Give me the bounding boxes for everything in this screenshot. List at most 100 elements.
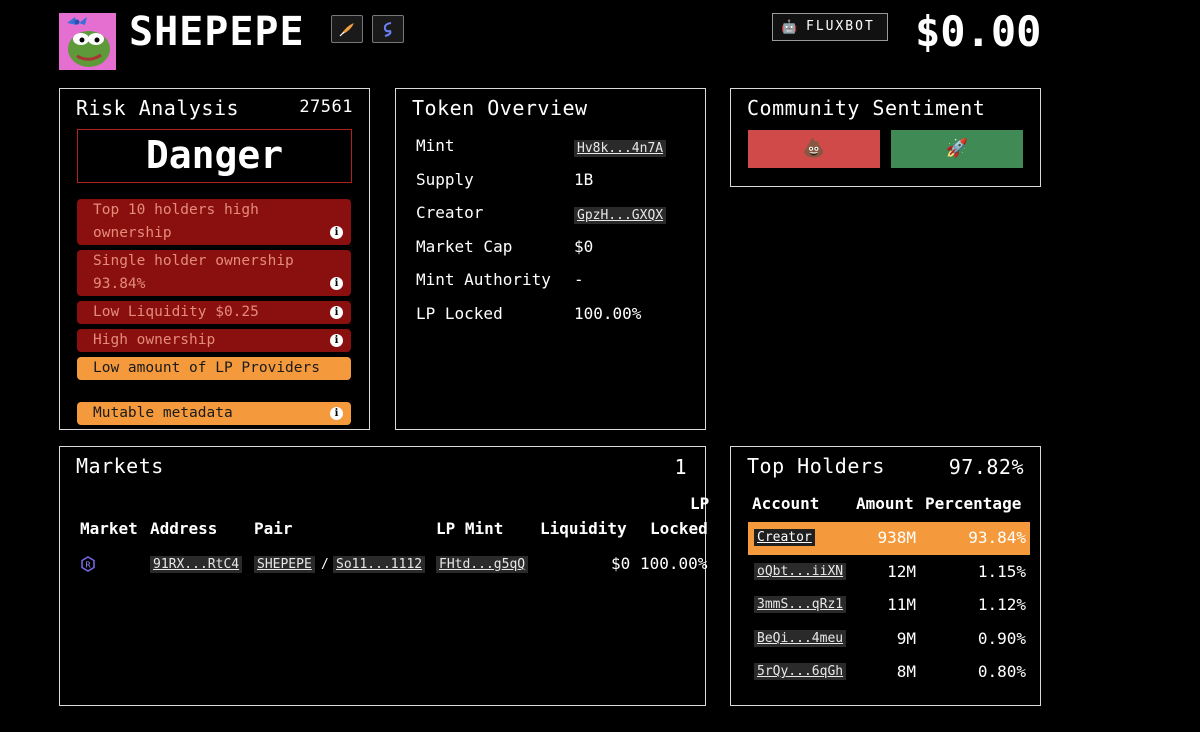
risk-item-lp-providers[interactable]: Low amount of LP Providers <box>77 357 351 380</box>
col-header-address: Address <box>150 519 218 538</box>
holder-percentage: 1.12% <box>977 595 1026 614</box>
markets-panel: Markets 1 Market Address Pair LP Mint Li… <box>59 446 710 706</box>
fluxbot-button[interactable]: 🤖 FLUXBOT <box>772 13 888 41</box>
risk-item-text: Top 10 holders high <box>93 202 259 218</box>
col-header-lp: LP <box>690 494 710 513</box>
overview-label-lp-locked: LP Locked <box>416 304 503 323</box>
token-overview-title: Token Overview <box>412 96 588 120</box>
holder-amount: 938M <box>877 528 916 547</box>
overview-value-mint-wrap: Hv8k...4n7A <box>574 137 667 157</box>
pair-base-link[interactable]: SHEPEPE <box>254 556 315 573</box>
holder-account-link[interactable]: 3mmS...qRz1 <box>754 596 847 613</box>
markets-title: Markets <box>76 454 164 478</box>
market-address-link[interactable]: 91RX...RtC4 <box>150 556 243 573</box>
col-header-pair: Pair <box>254 519 293 538</box>
risk-item-text: 93.84% <box>93 276 146 292</box>
info-icon[interactable]: i <box>330 277 343 290</box>
holder-amount: 11M <box>887 595 916 614</box>
risk-item-high-ownership[interactable]: High ownership i <box>77 329 351 352</box>
market-liquidity: $0 <box>611 554 631 573</box>
swirl-icon <box>383 22 392 37</box>
quill-icon <box>339 23 354 37</box>
overview-label-mint: Mint <box>416 136 455 155</box>
top-holders-title: Top Holders <box>747 454 885 478</box>
svg-text:R: R <box>85 561 91 570</box>
token-name: SHEPEPE <box>129 9 305 55</box>
col-header-liquidity: Liquidity <box>540 519 627 538</box>
holder-amount: 9M <box>896 629 916 648</box>
overview-value-market-cap: $0 <box>574 237 594 256</box>
holder-percentage: 93.84% <box>968 528 1026 547</box>
token-price: $0.00 <box>915 7 1042 56</box>
col-header-percentage: Percentage <box>925 494 1022 513</box>
market-lp-locked: 100.00% <box>640 554 708 573</box>
markets-count: 1 <box>674 455 687 479</box>
community-sentiment-panel: Community Sentiment 💩 🚀 <box>730 88 1041 187</box>
risk-item-top-holders[interactable]: Top 10 holders high ownership i <box>77 199 351 245</box>
top-holders-panel: Top Holders 97.82% Account Amount Percen… <box>730 446 1041 706</box>
risk-item-text: Mutable metadata <box>93 405 233 421</box>
twitter-link-button[interactable] <box>331 15 363 43</box>
creator-address-link[interactable]: GpzH...GXQX <box>574 207 667 224</box>
raydium-icon: R <box>81 556 95 572</box>
risk-item-low-liquidity[interactable]: Low Liquidity $0.25 i <box>77 301 351 324</box>
holder-account-link[interactable]: BeQi...4meu <box>754 630 847 647</box>
info-icon[interactable]: i <box>330 306 343 319</box>
info-icon[interactable]: i <box>330 407 343 420</box>
risk-level-label: Danger <box>145 133 284 177</box>
overview-value-lp-locked: 100.00% <box>574 304 642 323</box>
pair-separator: / <box>321 557 329 572</box>
holder-amount: 12M <box>887 562 916 581</box>
risk-item-text: Single holder ownership <box>93 253 294 269</box>
holder-row: Creator 938M 93.84% <box>748 522 1030 555</box>
website-link-button[interactable] <box>372 15 404 43</box>
info-icon[interactable]: i <box>330 334 343 347</box>
holder-account-link[interactable]: Creator <box>754 529 815 546</box>
risk-item-mutable-metadata[interactable]: Mutable metadata i <box>77 402 351 425</box>
holder-row: 3mmS...qRz1 11M 1.12% <box>748 589 1030 622</box>
risk-item-text: Low amount of LP Providers <box>93 360 320 376</box>
col-header-locked: Locked <box>650 519 708 538</box>
holder-amount: 8M <box>896 662 916 681</box>
risk-item-single-holder[interactable]: Single holder ownership 93.84% i <box>77 250 351 296</box>
pepe-avatar-image <box>59 13 116 70</box>
pair-quote-link[interactable]: So11...1112 <box>333 556 426 573</box>
risk-item-text: High ownership <box>93 332 216 348</box>
rocket-icon: 🚀 <box>945 138 969 159</box>
overview-value-supply: 1B <box>574 170 594 189</box>
overview-label-supply: Supply <box>416 170 474 189</box>
risk-level-box: Danger <box>77 129 352 183</box>
col-header-market: Market <box>80 519 138 538</box>
robot-icon: 🤖 <box>781 20 798 35</box>
mint-address-link[interactable]: Hv8k...4n7A <box>574 140 667 157</box>
overview-label-market-cap: Market Cap <box>416 237 513 256</box>
overview-value-creator-wrap: GpzH...GXQX <box>574 204 667 224</box>
risk-item-text: Low Liquidity $0.25 <box>93 304 259 320</box>
risk-analysis-panel: Risk Analysis 27561 Danger Top 10 holder… <box>59 88 370 430</box>
info-icon[interactable]: i <box>330 226 343 239</box>
overview-value-mint-authority: - <box>574 270 584 289</box>
holder-row: oQbt...iiXN 12M 1.15% <box>748 556 1030 589</box>
holder-account-link[interactable]: oQbt...iiXN <box>754 563 847 580</box>
token-overview-panel: Token Overview Mint Hv8k...4n7A Supply 1… <box>395 88 706 430</box>
sentiment-positive-button[interactable]: 🚀 <box>891 130 1023 168</box>
risk-score: 27561 <box>299 97 353 117</box>
col-header-amount: Amount <box>856 494 914 513</box>
holder-account-link[interactable]: 5rQy...6qGh <box>754 663 847 680</box>
col-header-lp-mint: LP Mint <box>436 519 504 538</box>
risk-item-text: ownership <box>93 225 172 241</box>
token-avatar <box>59 13 116 70</box>
holder-percentage: 0.80% <box>977 662 1026 681</box>
sentiment-negative-button[interactable]: 💩 <box>748 130 880 168</box>
holder-percentage: 1.15% <box>977 562 1026 581</box>
poop-icon: 💩 <box>802 138 826 159</box>
community-sentiment-title: Community Sentiment <box>747 96 986 120</box>
lp-mint-link[interactable]: FHtd...g5qQ <box>436 556 529 573</box>
holder-row: 5rQy...6qGh 8M 0.80% <box>748 656 1030 689</box>
overview-label-mint-authority: Mint Authority <box>416 270 551 289</box>
holder-percentage: 0.90% <box>977 629 1026 648</box>
risk-analysis-title: Risk Analysis <box>76 96 240 120</box>
col-header-account: Account <box>752 494 820 513</box>
fluxbot-label: FLUXBOT <box>806 19 875 34</box>
overview-label-creator: Creator <box>416 203 484 222</box>
